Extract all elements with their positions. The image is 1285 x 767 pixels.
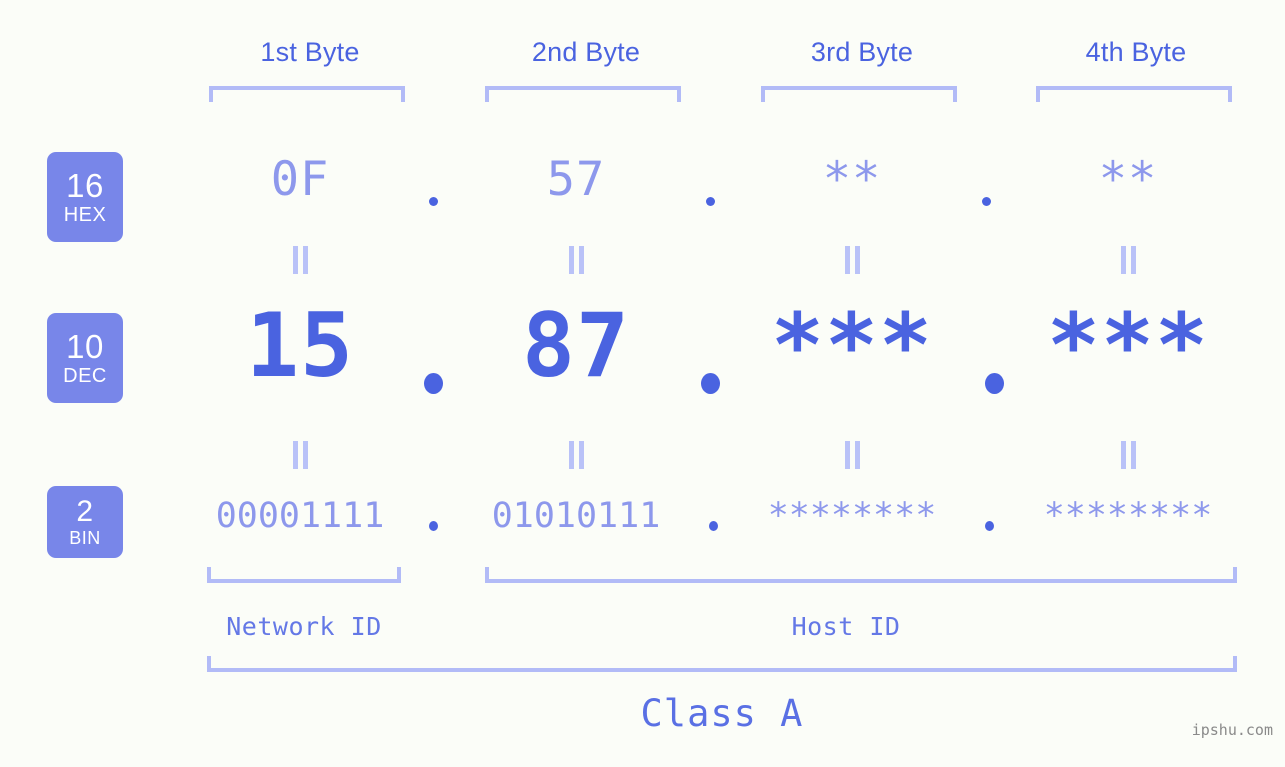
bin-octet-2: 01010111 [491, 496, 661, 536]
dec-octet-3: *** [771, 294, 933, 397]
equivalence-mark-dec-bin-4 [1117, 441, 1139, 469]
byte-column-header-1: 1st Byte [260, 37, 360, 67]
base-badge-hex-number: 16 [66, 167, 104, 204]
base-badge-dec: 10 DEC [47, 313, 123, 403]
class-label: Class A [640, 692, 804, 735]
base-badge-dec-name: DEC [63, 365, 107, 387]
base-badge-bin: 2 BIN [47, 486, 123, 558]
host-id-bracket [485, 567, 1237, 583]
equivalence-mark-hex-dec-2 [565, 246, 587, 274]
base-badge-hex-name: HEX [63, 204, 107, 226]
byte-column-header-2: 2nd Byte [531, 37, 641, 67]
base-badge-dec-number: 10 [66, 328, 104, 365]
base-badge-hex: 16 HEX [47, 152, 123, 242]
equivalence-mark-hex-dec-3 [841, 246, 863, 274]
equivalence-mark-hex-dec-4 [1117, 246, 1139, 274]
site-watermark: ipshu.com [1191, 721, 1273, 739]
byte-column-header-4: 4th Byte [1085, 37, 1187, 67]
dec-dot-separator-1 [424, 373, 443, 394]
ip-address-breakdown-diagram: 1st Byte 2nd Byte 3rd Byte 4th Byte 16 H… [0, 0, 1285, 767]
base-badge-bin-name: BIN [69, 528, 101, 548]
class-bracket [207, 656, 1237, 672]
hex-dot-separator-2 [706, 197, 715, 206]
byte-column-header-3: 3rd Byte [810, 37, 914, 67]
hex-octet-4: ** [1098, 152, 1158, 207]
dec-octet-4: *** [1047, 294, 1209, 397]
equivalence-mark-dec-bin-2 [565, 441, 587, 469]
dec-octet-1: 15 [246, 294, 354, 397]
hex-octet-2: 57 [546, 152, 606, 207]
bin-octet-1: 00001111 [215, 496, 385, 536]
byte-bracket-top-1 [209, 86, 405, 102]
byte-bracket-top-2 [485, 86, 681, 102]
host-id-label: Host ID [791, 612, 901, 641]
equivalence-mark-dec-bin-1 [289, 441, 311, 469]
hex-octet-1: 0F [270, 152, 330, 207]
bin-octet-3: ******** [767, 496, 937, 536]
dec-octet-2: 87 [522, 294, 630, 397]
dec-dot-separator-3 [985, 373, 1004, 394]
base-badge-bin-number: 2 [76, 495, 94, 528]
bin-dot-separator-3 [985, 521, 994, 531]
network-id-bracket [207, 567, 401, 583]
dec-dot-separator-2 [701, 373, 720, 394]
equivalence-mark-hex-dec-1 [289, 246, 311, 274]
bin-dot-separator-2 [709, 521, 718, 531]
network-id-label: Network ID [226, 612, 382, 641]
byte-bracket-top-3 [761, 86, 957, 102]
hex-dot-separator-1 [429, 197, 438, 206]
equivalence-mark-dec-bin-3 [841, 441, 863, 469]
byte-bracket-top-4 [1036, 86, 1232, 102]
bin-dot-separator-1 [429, 521, 438, 531]
hex-octet-3: ** [822, 152, 882, 207]
hex-dot-separator-3 [982, 197, 991, 206]
bin-octet-4: ******** [1043, 496, 1213, 536]
